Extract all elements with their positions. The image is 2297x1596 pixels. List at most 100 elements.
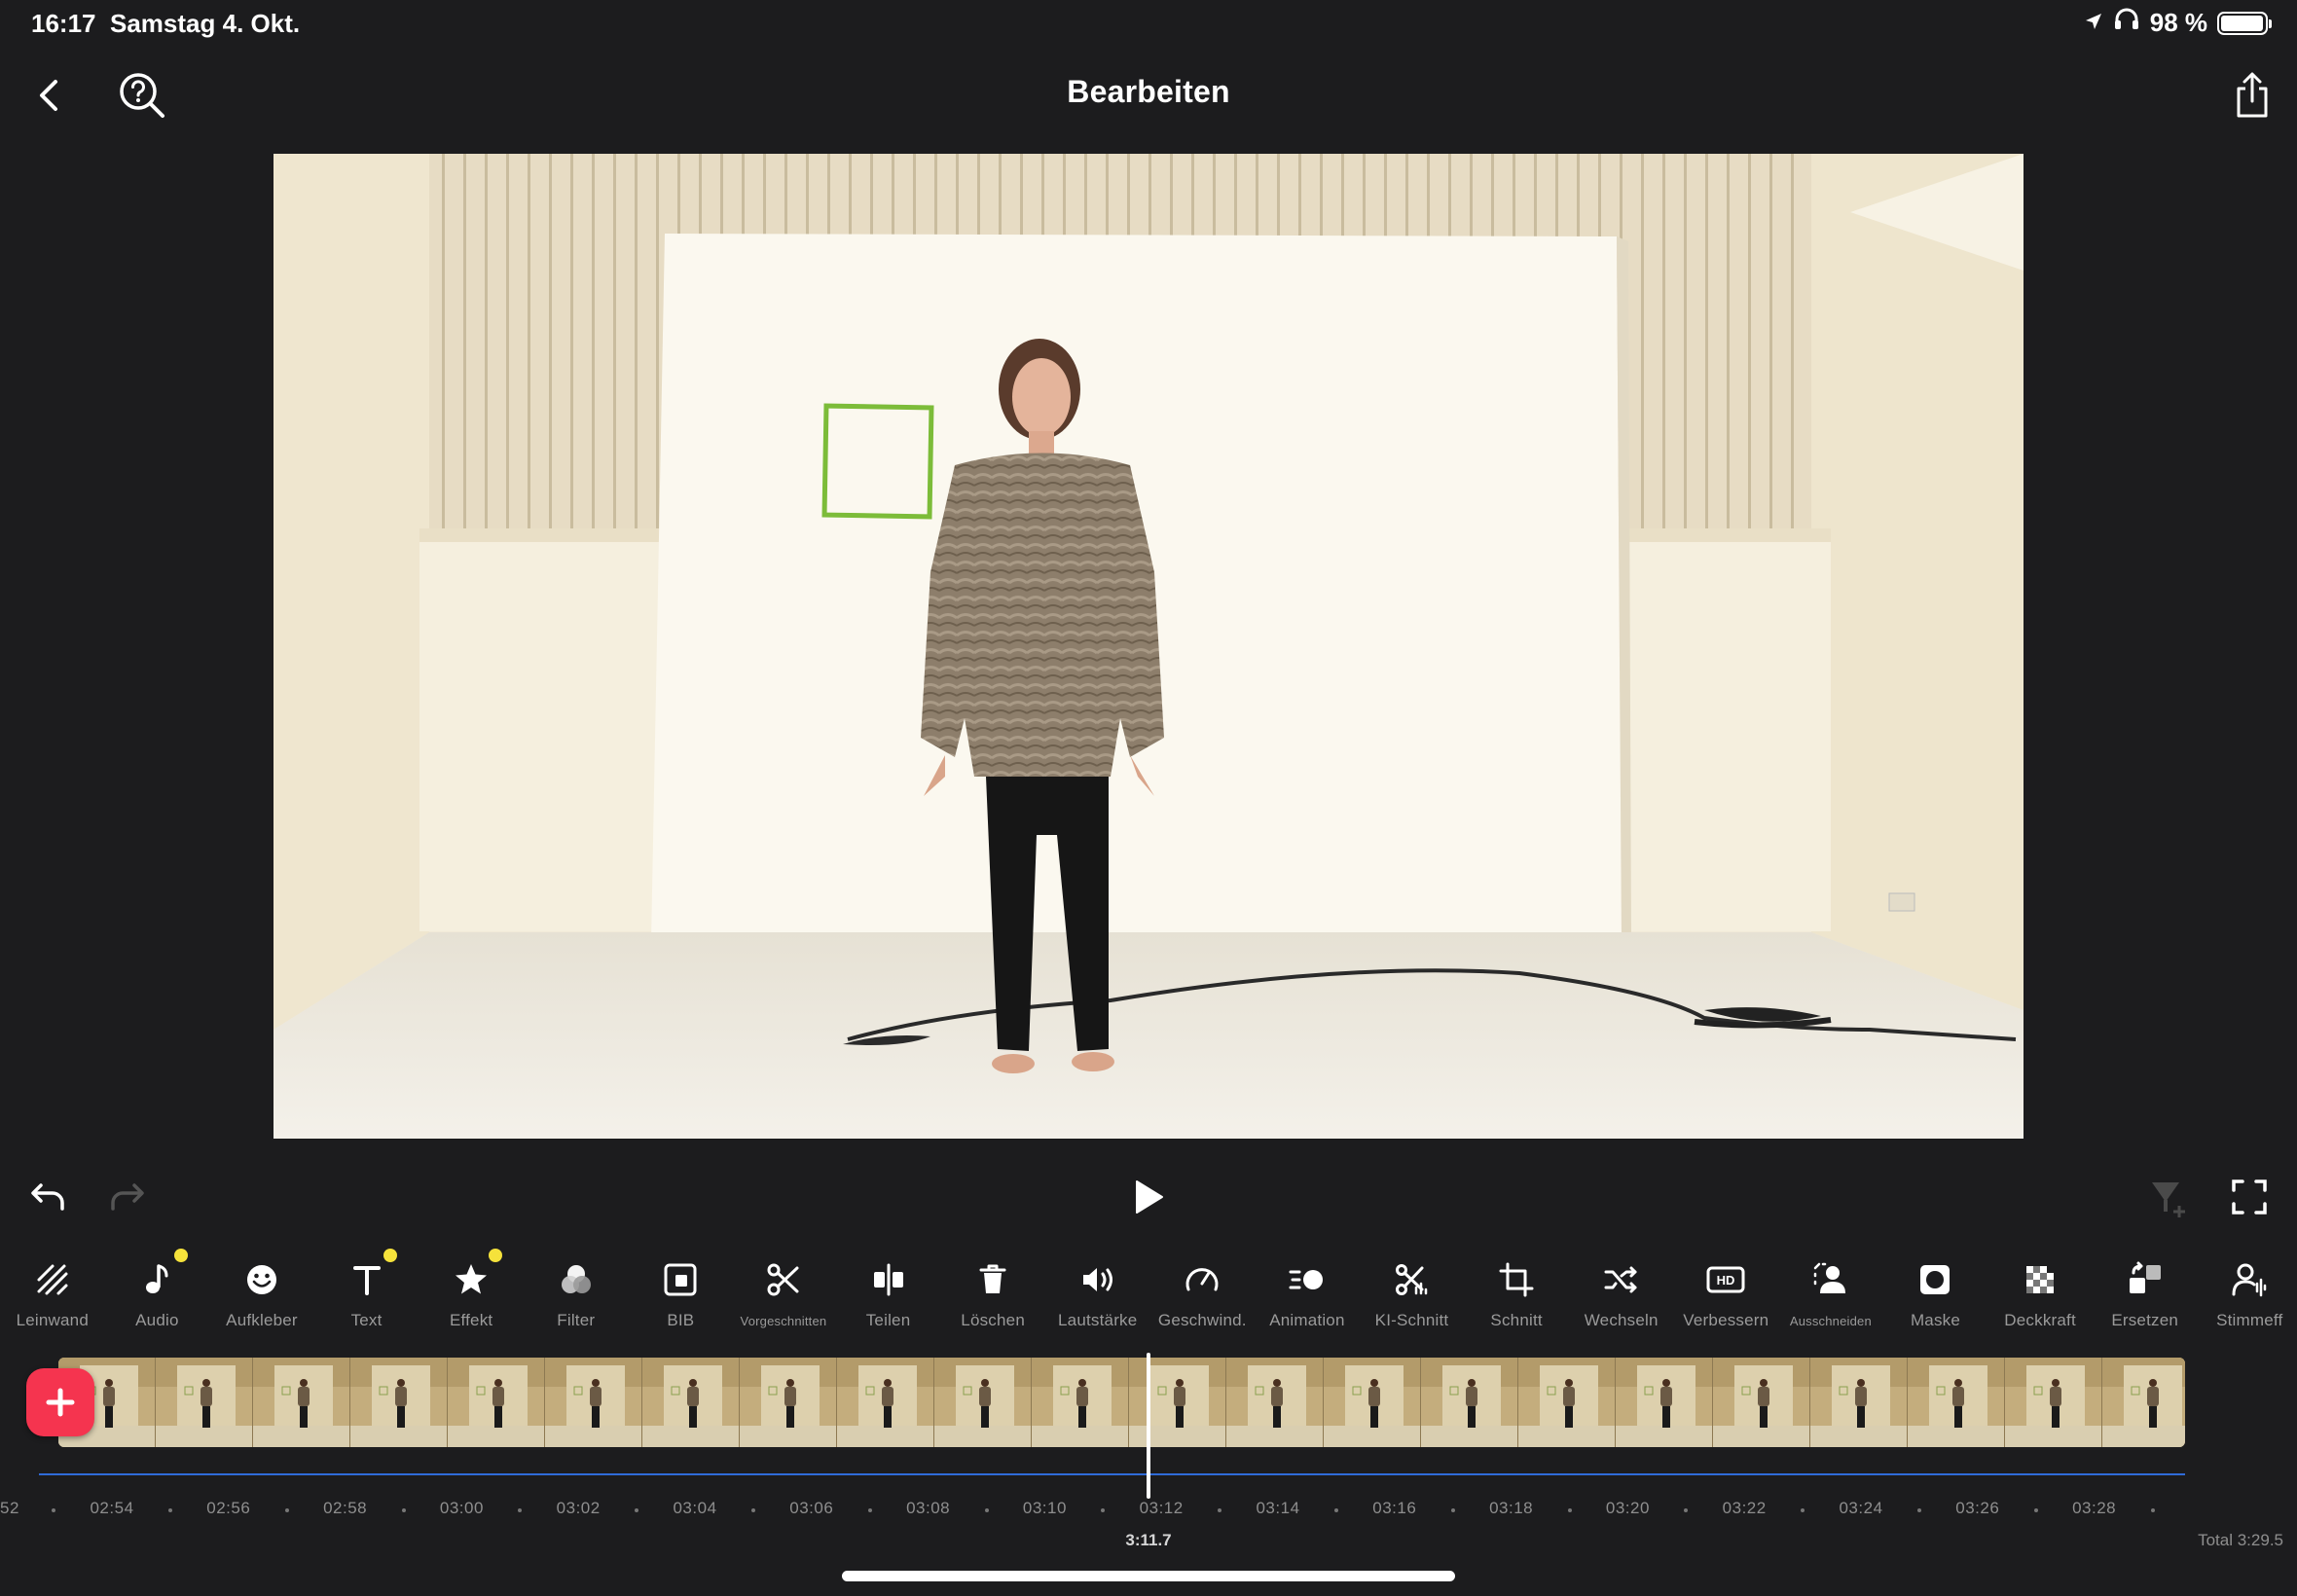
clip-thumbnail (1810, 1358, 1908, 1447)
tool-mask[interactable]: Maske (1883, 1241, 1988, 1338)
tool-ai-cut[interactable]: KI-Schnitt (1360, 1241, 1465, 1338)
undo-icon (31, 1183, 64, 1211)
tool-label: Löschen (961, 1311, 1025, 1329)
tool-speedometer[interactable]: Geschwind. (1150, 1241, 1256, 1338)
keyframe-button[interactable] (2141, 1170, 2196, 1224)
new-badge-dot (488, 1249, 502, 1262)
tool-crop[interactable]: Schnitt (1464, 1241, 1569, 1338)
speedometer-icon (1181, 1258, 1223, 1301)
headphones-icon (2113, 8, 2140, 38)
location-icon (2084, 8, 2103, 38)
tool-label: Animation (1269, 1311, 1345, 1329)
tool-canvas[interactable]: Leinwand (0, 1241, 105, 1338)
nav-header: Bearbeiten (0, 47, 2297, 144)
timeline[interactable]: 52 02:54 02:56 02:58 03:00 03:02 03:04 03:06 03:… (0, 1353, 2297, 1596)
plus-icon (46, 1388, 75, 1417)
clip-thumbnail (1518, 1358, 1616, 1447)
svg-text:HD: HD (1717, 1273, 1735, 1288)
tool-label: Vorgeschnitten (740, 1314, 827, 1328)
clip-thumbnail (934, 1358, 1032, 1447)
tool-star[interactable]: Effekt (419, 1241, 524, 1338)
ruler-label: 03:14 (1256, 1499, 1300, 1517)
clip-thumbnail (1324, 1358, 1421, 1447)
tool-trash[interactable]: Löschen (940, 1241, 1045, 1338)
ruler-label: 03:10 (1022, 1499, 1067, 1517)
undo-button[interactable] (21, 1170, 76, 1224)
tool-label: Teilen (865, 1311, 911, 1329)
tool-person-cutout[interactable]: Ausschneiden (1778, 1241, 1883, 1338)
page-title: Bearbeiten (1067, 74, 1230, 109)
ruler-dot (635, 1508, 639, 1512)
tool-smiley[interactable]: Aufkleber (209, 1241, 314, 1338)
ruler-label: 03:16 (1372, 1499, 1417, 1517)
tool-label: Wechseln (1584, 1311, 1659, 1329)
video-preview[interactable] (273, 154, 2024, 1139)
person-cutout-icon (1809, 1258, 1852, 1301)
tool-replace[interactable]: Ersetzen (2093, 1241, 2198, 1338)
play-button[interactable] (1120, 1170, 1175, 1224)
add-clip-button[interactable] (26, 1368, 94, 1436)
redo-icon (111, 1183, 144, 1211)
clip-thumbnail (1032, 1358, 1129, 1447)
tool-voice-effect[interactable]: Stimmeff (2197, 1241, 2297, 1338)
share-button[interactable] (2225, 68, 2279, 123)
home-indicator[interactable] (842, 1571, 1455, 1581)
text-icon (346, 1258, 388, 1301)
tool-opacity[interactable]: Deckkraft (1987, 1241, 2093, 1338)
tool-label: Lautstärke (1058, 1311, 1138, 1329)
ruler-label: 03:18 (1489, 1499, 1534, 1517)
ruler-dot (1333, 1508, 1338, 1512)
tool-filter[interactable]: Filter (524, 1241, 629, 1338)
ruler-dot (867, 1508, 872, 1512)
tool-text[interactable]: Text (314, 1241, 419, 1338)
tool-label: Ersetzen (2111, 1311, 2179, 1329)
ruler-dot (1567, 1508, 1572, 1512)
tool-volume[interactable]: Lautstärke (1045, 1241, 1150, 1338)
music-note-icon (135, 1258, 178, 1301)
ruler-dot (984, 1508, 989, 1512)
ruler-label: 03:02 (556, 1499, 601, 1517)
animation-icon (1286, 1258, 1329, 1301)
ruler-dot (401, 1508, 406, 1512)
tool-label: Filter (557, 1311, 596, 1329)
clip-thumbnail (1129, 1358, 1226, 1447)
star-icon (450, 1258, 492, 1301)
scissors-icon (762, 1258, 805, 1301)
tool-label: Geschwind. (1157, 1311, 1247, 1329)
status-time: 16:17 (31, 9, 96, 38)
clip-thumbnail (740, 1358, 837, 1447)
ruler-dot (52, 1508, 55, 1512)
tool-label: Stimmeff (2216, 1311, 2283, 1329)
ruler-label: 03:28 (2072, 1499, 2117, 1517)
clip-thumbnail (253, 1358, 350, 1447)
redo-button[interactable] (99, 1170, 154, 1224)
new-badge-dot (174, 1249, 189, 1262)
tool-pip[interactable]: BIB (629, 1241, 734, 1338)
ruler-label: 03:06 (789, 1499, 834, 1517)
share-icon (2237, 72, 2268, 118)
tool-shuffle[interactable]: Wechseln (1569, 1241, 1674, 1338)
tool-label: Aufkleber (226, 1311, 298, 1329)
crop-icon (1495, 1258, 1538, 1301)
tool-scissors[interactable]: Vorgeschnitten (731, 1241, 836, 1338)
smiley-icon (240, 1258, 283, 1301)
ruler-dot (1916, 1508, 1921, 1512)
clip-track[interactable] (58, 1358, 2185, 1447)
battery-percent: 98 % (2149, 8, 2207, 37)
ruler-label: 02:58 (323, 1499, 368, 1517)
shuffle-icon (1600, 1258, 1643, 1301)
tool-music-note[interactable]: Audio (105, 1241, 210, 1338)
tool-hd[interactable]: HD Verbessern (1674, 1241, 1779, 1338)
tool-animation[interactable]: Animation (1255, 1241, 1360, 1338)
edit-toolbar: Leinwand Audio Aufkleber Text Effekt Filter BI… (0, 1241, 2297, 1338)
playhead[interactable] (1147, 1353, 1150, 1499)
tool-split[interactable]: Teilen (836, 1241, 941, 1338)
tool-label: Effekt (449, 1311, 493, 1329)
clip-thumbnail (642, 1358, 740, 1447)
fullscreen-button[interactable] (2222, 1170, 2277, 1224)
clip-thumbnail (350, 1358, 448, 1447)
canvas-icon (31, 1258, 74, 1301)
hd-icon: HD (1704, 1258, 1747, 1301)
tool-label: Ausschneiden (1789, 1314, 1872, 1328)
ruler-label: 03:26 (1955, 1499, 2000, 1517)
